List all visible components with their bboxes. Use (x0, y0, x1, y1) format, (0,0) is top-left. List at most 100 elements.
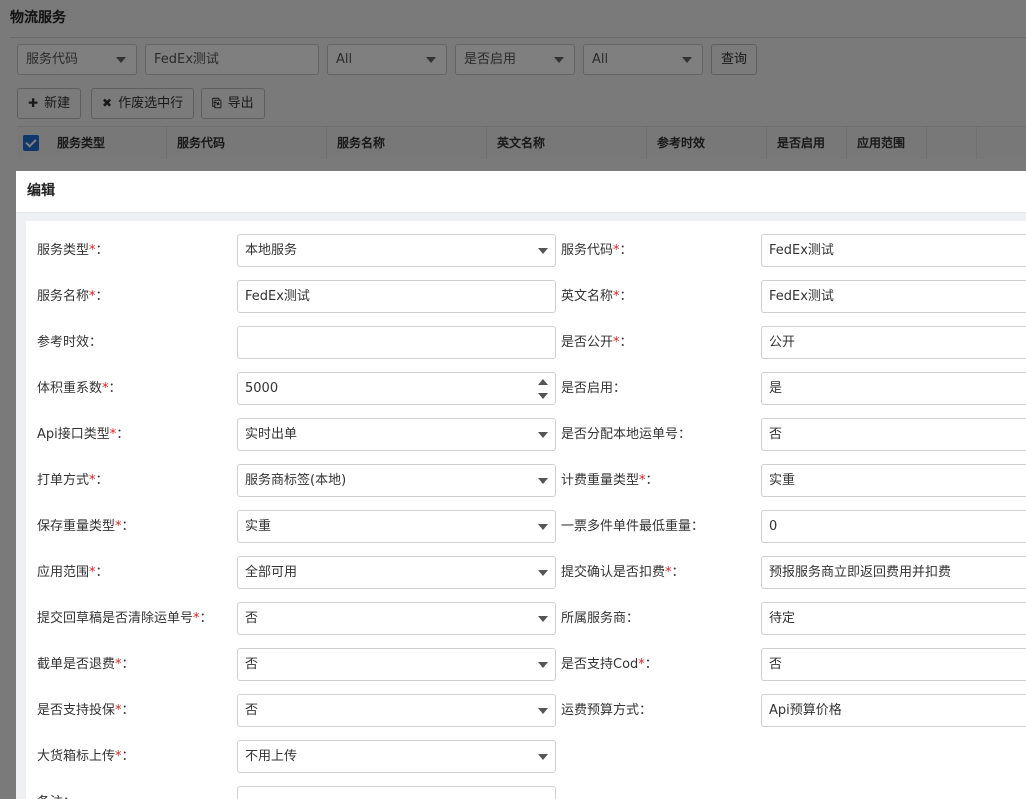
field-label: 计费重量类型*： (561, 464, 659, 498)
chevron-down-icon (538, 432, 548, 438)
field-label-text: 备注 (37, 795, 63, 799)
field-select[interactable]: 实重 (237, 510, 556, 543)
field-label-text: 提交回草稿是否清除运单号 (37, 611, 194, 626)
edit-form: 服务类型*： 本地服务 服务代码*： FedEx测试 服务名称*： FedEx测试 英文名称… (26, 221, 1026, 799)
field-label: 服务代码*： (561, 234, 633, 268)
field-label-text: 服务代码 (561, 243, 614, 258)
field-input[interactable]: FedEx测试 (761, 280, 1026, 313)
form-row: 备注： (26, 786, 1026, 799)
field-label: 是否分配本地运单号： (561, 418, 691, 452)
field-select[interactable]: 实时出单 (237, 418, 556, 451)
spinner-up-icon[interactable] (538, 379, 548, 385)
field-select[interactable]: 全部可用 (237, 556, 556, 589)
label-colon: ： (619, 243, 633, 258)
label-colon: ： (644, 657, 658, 672)
field-label: 体积重系数*： (37, 372, 122, 406)
field-label: 英文名称*： (561, 280, 633, 314)
field-input[interactable] (237, 326, 556, 359)
field-input[interactable]: 否 (761, 648, 1026, 681)
label-colon: ： (619, 335, 633, 350)
field-input[interactable]: 待定 (761, 602, 1026, 635)
label-colon: ： (121, 657, 135, 672)
form-row: 打单方式*： 服务商标签(本地) 计费重量类型*： 实重 (26, 464, 1026, 498)
field-value: 不用上传 (245, 749, 298, 764)
field-input[interactable]: 实重 (761, 464, 1026, 497)
label-colon: ： (121, 749, 135, 764)
label-colon: ： (95, 473, 109, 488)
label-colon: ： (199, 611, 213, 626)
field-label-text: 提交确认是否扣费 (561, 565, 666, 580)
field-value: 否 (769, 657, 783, 672)
label-colon: ： (639, 703, 653, 718)
chevron-down-icon (538, 616, 548, 622)
label-colon: ： (95, 243, 109, 258)
chevron-down-icon (538, 754, 548, 760)
field-value: 实时出单 (245, 427, 298, 442)
field-input[interactable]: Api预算价格 (761, 694, 1026, 727)
spinner-down-icon[interactable] (538, 393, 548, 399)
field-value: 实重 (769, 473, 796, 488)
form-row: 服务名称*： FedEx测试 英文名称*： FedEx测试 (26, 280, 1026, 314)
field-label: Api接口类型*： (37, 418, 129, 452)
field-label: 提交回草稿是否清除运单号*： (37, 602, 213, 636)
field-input[interactable]: 公开 (761, 326, 1026, 359)
field-value: 否 (245, 703, 259, 718)
label-colon: ： (619, 289, 633, 304)
field-label: 所属服务商： (561, 602, 639, 636)
field-label: 备注： (37, 786, 76, 799)
dialog-title: 编辑 (16, 171, 1026, 213)
field-input[interactable]: 是 (761, 372, 1026, 405)
field-label-text: 服务名称 (37, 289, 90, 304)
field-label-text: 参考时效 (37, 335, 90, 350)
label-colon: ： (108, 381, 122, 396)
field-value: 否 (245, 611, 259, 626)
field-label: 保存重量类型*： (37, 510, 135, 544)
label-colon: ： (121, 519, 135, 534)
field-select[interactable]: 不用上传 (237, 740, 556, 773)
field-label-text: 大货箱标上传 (37, 749, 116, 764)
field-value: Api预算价格 (769, 703, 842, 718)
field-label: 一票多件单件最低重量： (561, 510, 704, 544)
field-input[interactable]: FedEx测试 (237, 280, 556, 313)
field-label: 服务类型*： (37, 234, 109, 268)
label-colon: ： (63, 795, 76, 799)
field-label-text: 是否支持投保 (37, 703, 116, 718)
number-spinner[interactable] (538, 379, 548, 399)
field-label: 是否启用： (561, 372, 626, 406)
field-label: 提交确认是否扣费*： (561, 556, 685, 590)
form-row: 是否支持投保*：否运费预算方式： Api预算价格 (26, 694, 1026, 728)
field-value: 否 (769, 427, 783, 442)
field-value: FedEx测试 (769, 289, 834, 304)
edit-dialog: 编辑 服务类型*： 本地服务 服务代码*： FedEx测试 服务名称*： FedEx测试英… (16, 171, 1026, 799)
field-input[interactable] (237, 786, 556, 799)
field-label-text: 是否支持Cod (561, 657, 639, 672)
field-value: 本地服务 (245, 243, 298, 258)
field-value: 5000 (245, 381, 279, 396)
field-select[interactable]: 本地服务 (237, 234, 556, 267)
field-label: 是否支持Cod*： (561, 648, 658, 682)
field-value: 是 (769, 381, 783, 396)
field-label: 是否公开*： (561, 326, 633, 360)
label-colon: ： (116, 427, 130, 442)
field-label: 打单方式*： (37, 464, 109, 498)
field-select[interactable]: 否 (237, 648, 556, 681)
field-input[interactable]: 0 (761, 510, 1026, 543)
field-select[interactable]: 否 (237, 602, 556, 635)
chevron-down-icon (538, 478, 548, 484)
label-colon: ： (95, 289, 109, 304)
field-label-text: 应用范围 (37, 565, 90, 580)
field-input[interactable]: FedEx测试 (761, 234, 1026, 267)
field-label-text: 英文名称 (561, 289, 614, 304)
field-number-input[interactable]: 5000 (237, 372, 556, 405)
field-value: 0 (769, 519, 778, 534)
field-label: 应用范围*： (37, 556, 109, 590)
label-colon: ： (671, 565, 685, 580)
field-input[interactable]: 否 (761, 418, 1026, 451)
field-value: 待定 (769, 611, 796, 626)
field-select[interactable]: 服务商标签(本地) (237, 464, 556, 497)
field-value: 公开 (769, 335, 796, 350)
field-input[interactable]: 预报服务商立即返回费用并扣费 (761, 556, 1026, 589)
field-select[interactable]: 否 (237, 694, 556, 727)
chevron-down-icon (538, 524, 548, 530)
form-row: 提交回草稿是否清除运单号*： 否 所属服务商： 待定 (26, 602, 1026, 636)
